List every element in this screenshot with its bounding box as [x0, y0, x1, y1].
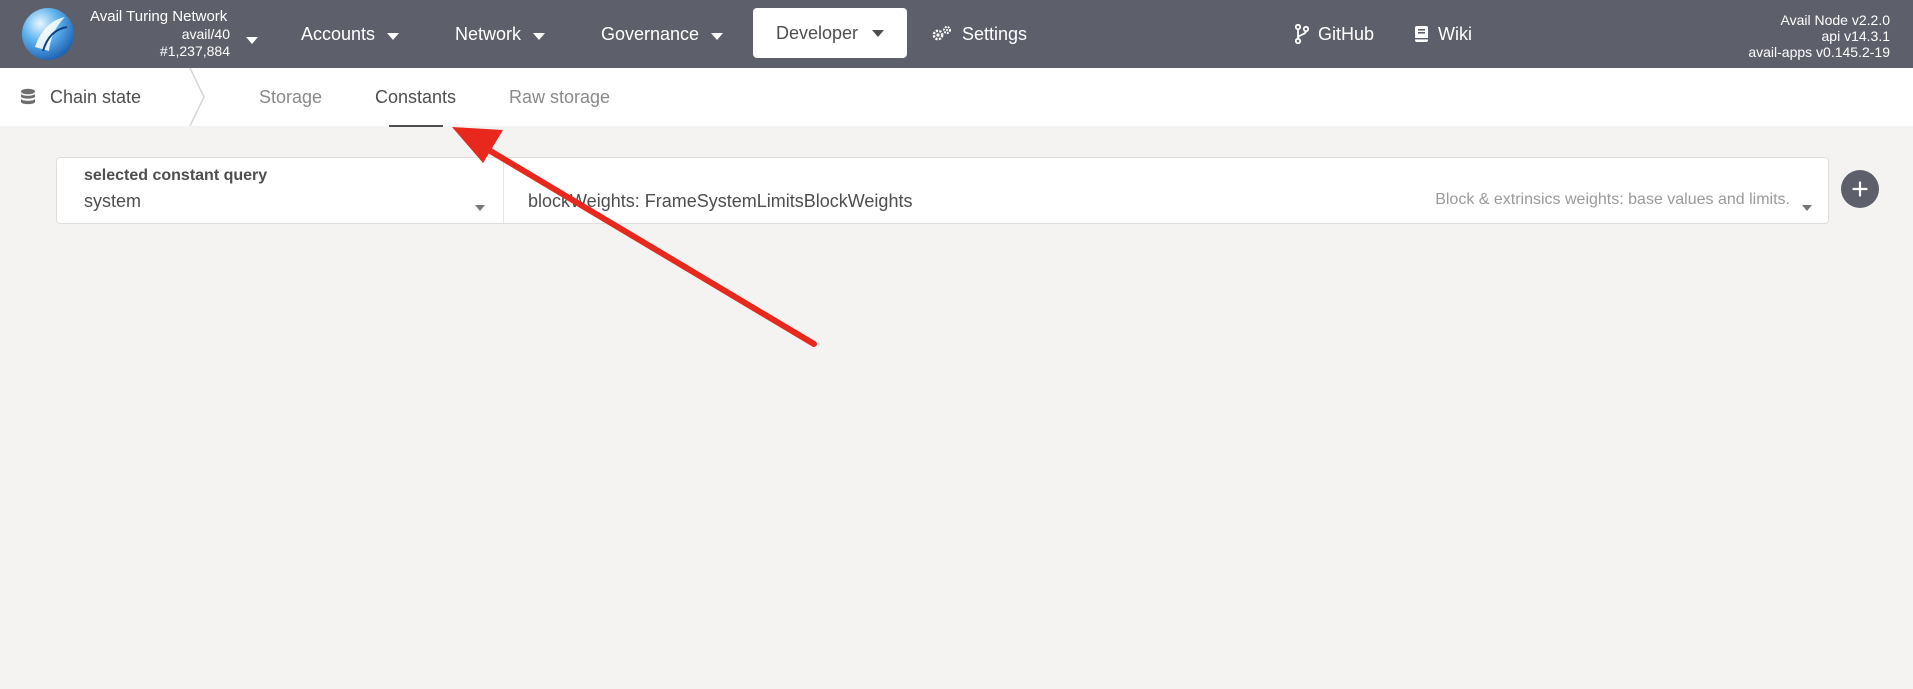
chain-runtime: avail/40	[181, 26, 230, 42]
query-label: selected constant query	[84, 167, 268, 184]
tab-raw-storage[interactable]: Raw storage	[509, 68, 610, 126]
nav-accounts[interactable]: Accounts	[301, 0, 400, 68]
chain-block-number: #1,237,884	[159, 43, 230, 59]
method-select[interactable]: blockWeights: FrameSystemLimitsBlockWeig…	[504, 158, 1828, 223]
nav-github[interactable]: GitHub	[1295, 0, 1374, 68]
module-select[interactable]: selected constant query system	[57, 158, 504, 223]
chain-name: Avail Turing Network	[90, 8, 228, 25]
chevron-down-icon	[872, 29, 885, 37]
nav-network[interactable]: Network	[455, 0, 546, 68]
api-version: api v14.3.1	[1821, 28, 1891, 44]
book-icon	[1414, 25, 1429, 43]
nav-network-label: Network	[455, 23, 522, 44]
gears-icon	[931, 25, 953, 43]
database-icon	[20, 88, 36, 106]
section-title-label: Chain state	[50, 86, 142, 107]
nav-governance[interactable]: Governance	[601, 0, 724, 68]
nav-github-label: GitHub	[1318, 23, 1375, 44]
active-tab-indicator	[389, 125, 443, 127]
sub-navbar: Chain state Storage Constants Raw storag…	[0, 68, 1913, 126]
chevron-down-icon	[246, 31, 258, 49]
nav-accounts-label: Accounts	[301, 23, 376, 44]
method-description: Block & extrinsics weights: base values …	[1435, 191, 1790, 208]
nav-settings-label: Settings	[962, 23, 1028, 44]
chain-selector[interactable]: Avail Turing Network avail/40 #1,237,884	[90, 7, 262, 61]
module-value: system	[84, 191, 142, 211]
tab-constants[interactable]: Constants	[375, 68, 456, 126]
code-branch-icon	[1295, 24, 1309, 44]
node-version: Avail Node v2.2.0	[1780, 12, 1890, 28]
nav-wiki-label: Wiki	[1438, 23, 1472, 44]
nav-settings[interactable]: Settings	[931, 0, 1027, 68]
constant-query-row: selected constant query system blockWeig…	[56, 157, 1829, 224]
nav-governance-label: Governance	[601, 23, 700, 44]
chevron-down-icon	[533, 24, 546, 45]
plus-icon	[1852, 181, 1868, 197]
tab-storage[interactable]: Storage	[259, 68, 322, 126]
add-query-button[interactable]	[1841, 170, 1879, 208]
nav-wiki[interactable]: Wiki	[1414, 0, 1472, 68]
avail-logo-icon[interactable]	[21, 7, 75, 61]
nav-developer-label: Developer	[775, 22, 859, 43]
apps-version: avail-apps v0.145.2-19	[1748, 44, 1890, 60]
version-info: Avail Node v2.2.0 api v14.3.1 avail-apps…	[1748, 12, 1890, 60]
chevron-down-icon	[475, 198, 485, 216]
breadcrumb-separator	[189, 68, 205, 126]
nav-developer[interactable]: Developer	[753, 8, 907, 58]
chevron-down-icon	[1802, 198, 1812, 216]
top-navbar: Avail Turing Network avail/40 #1,237,884…	[0, 0, 1913, 68]
chevron-down-icon	[387, 24, 400, 45]
section-title: Chain state	[20, 68, 141, 126]
chevron-down-icon	[711, 24, 724, 45]
method-value: blockWeights: FrameSystemLimitsBlockWeig…	[528, 191, 913, 211]
